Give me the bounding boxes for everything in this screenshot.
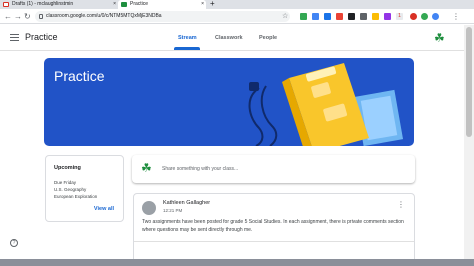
avatar <box>142 201 156 215</box>
more-options-icon[interactable]: ⋮ <box>397 201 405 209</box>
clover-avatar-icon: ☘ <box>141 161 152 175</box>
extension-badge-icon[interactable]: 1 <box>396 13 403 20</box>
gmail-icon <box>3 2 9 7</box>
share-box[interactable]: ☘ Share something with your class... <box>132 155 415 183</box>
active-tab-indicator <box>174 47 200 50</box>
page-scrollbar[interactable] <box>464 25 474 266</box>
macos-dock <box>0 259 474 266</box>
close-tab-icon[interactable]: × <box>201 0 204 9</box>
lock-icon <box>39 14 43 19</box>
extension-icon[interactable] <box>360 13 367 20</box>
new-tab-button[interactable]: + <box>210 0 215 8</box>
tab-people[interactable]: People <box>259 34 277 42</box>
extension-icon[interactable] <box>336 13 343 20</box>
upcoming-item[interactable]: U.S. Geography <box>54 187 86 192</box>
scrollbar-thumb[interactable] <box>466 27 472 137</box>
browser-toolbar: ← → ↻ classroom.google.com/u/0/c/NTM5MTQ… <box>0 9 474 24</box>
clover-avatar-icon[interactable]: ☘ <box>434 31 445 45</box>
forward-icon[interactable]: → <box>14 11 22 22</box>
upcoming-item[interactable]: European Exploration <box>54 194 97 199</box>
stream-post: Kathleen Gallagher 12:21 PM ⋮ Two assign… <box>133 193 415 266</box>
post-time: 12:21 PM <box>163 208 183 213</box>
extension-icon[interactable] <box>300 13 307 20</box>
profile-icon[interactable] <box>432 13 439 20</box>
browser-tab-strip: Drafts (1) - mclaughlinstmin × Practice … <box>0 0 474 9</box>
url-text: classroom.google.com/u/0/c/NTM5MTQxMjE3N… <box>46 13 162 19</box>
browser-tab-practice[interactable]: Practice × <box>118 0 206 9</box>
upcoming-card: Upcoming Due Friday U.S. Geography Europ… <box>45 155 124 222</box>
browser-menu-icon[interactable]: ⋮ <box>452 11 460 22</box>
profile-icon[interactable] <box>410 13 417 20</box>
upcoming-title: Upcoming <box>54 165 81 171</box>
classroom-icon <box>121 2 127 7</box>
browser-tab-drafts[interactable]: Drafts (1) - mclaughlinstmin × <box>0 0 118 9</box>
extension-icon[interactable] <box>312 13 319 20</box>
divider <box>134 241 414 242</box>
books-illustration-icon <box>248 63 404 146</box>
extension-icon[interactable] <box>372 13 379 20</box>
address-bar[interactable]: classroom.google.com/u/0/c/NTM5MTQxMjE3N… <box>35 11 290 22</box>
due-label: Due Friday <box>54 180 77 185</box>
extension-icon[interactable] <box>324 13 331 20</box>
view-all-link[interactable]: View all <box>94 206 114 212</box>
help-icon[interactable]: ? <box>10 239 18 247</box>
tab-stream[interactable]: Stream <box>178 34 197 42</box>
tab-classwork[interactable]: Classwork <box>215 34 243 42</box>
tab-label: Practice <box>130 1 149 7</box>
class-banner: Practice <box>44 58 414 146</box>
class-title[interactable]: Practice <box>25 31 58 44</box>
share-placeholder[interactable]: Share something with your class... <box>162 166 238 172</box>
extension-icon[interactable] <box>384 13 391 20</box>
close-tab-icon[interactable]: × <box>113 0 116 9</box>
reload-icon[interactable]: ↻ <box>24 11 31 22</box>
profile-icon[interactable] <box>421 13 428 20</box>
back-icon[interactable]: ← <box>4 11 12 22</box>
extension-icon[interactable] <box>348 13 355 20</box>
hamburger-menu-icon[interactable] <box>10 34 19 41</box>
bookmark-star-icon[interactable]: ☆ <box>282 11 288 22</box>
post-body: Two assignments have been posted for gra… <box>142 219 404 233</box>
tab-label: Drafts (1) - mclaughlinstmin <box>12 1 74 7</box>
post-author: Kathleen Gallagher <box>163 200 211 206</box>
classroom-header: Practice Stream Classwork People ☘ <box>0 25 464 51</box>
